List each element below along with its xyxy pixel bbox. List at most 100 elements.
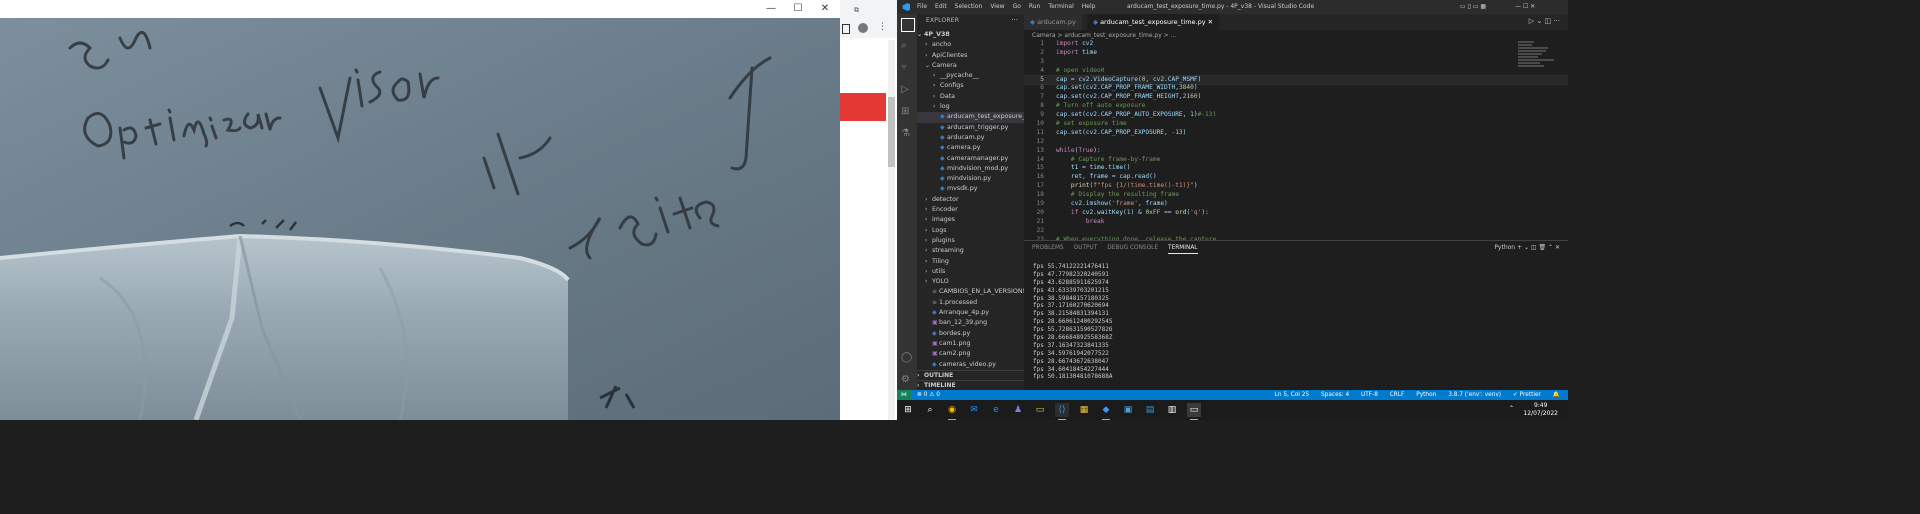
tree-file[interactable]: ◆ camera.py (917, 143, 1024, 153)
tree-file[interactable]: ▣ban_12_39.png (917, 318, 1024, 328)
source-control-icon[interactable]: ⑂ (901, 62, 913, 74)
code-line[interactable]: 10 # set exposure time (1024, 120, 1568, 129)
tree-file[interactable]: ▣cam2.png (917, 349, 1024, 359)
code-line[interactable]: 7 cap.set(cv2.CAP_PROP_FRAME_HEIGHT,2160) (1024, 93, 1568, 102)
editor-tab[interactable]: ◆ arducam.py (1024, 14, 1082, 30)
panel-tab-output[interactable]: OUTPUT (1074, 245, 1098, 251)
camera-preview-app-icon[interactable]: ▭ (1187, 403, 1201, 420)
tree-folder[interactable]: › log (917, 102, 1024, 112)
code-line[interactable]: 16 ret, frame = cap.read() (1024, 173, 1568, 182)
split-terminal-icon[interactable]: ◫ (1531, 244, 1539, 251)
tree-folder[interactable]: › YOLO (917, 277, 1024, 287)
tray-chevron-icon[interactable]: ⌃ (1509, 405, 1514, 412)
file-explorer-icon[interactable]: ▭ (1033, 403, 1047, 417)
code-line[interactable]: 11 cap.set(cv2.CAP_PROP_EXPOSURE, -13) (1024, 129, 1568, 138)
menu-item-terminal[interactable]: Terminal (1048, 3, 1073, 10)
tree-folder[interactable]: › images (917, 215, 1024, 225)
panel-tab-problems[interactable]: PROBLEMS (1032, 245, 1064, 251)
minimize-button[interactable]: — (764, 3, 778, 15)
terminal-app-icon[interactable]: ▤ (1143, 403, 1157, 417)
camera-preview-window[interactable]: — ☐ ✕ (0, 0, 840, 420)
layout-icons[interactable]: ▭ ▯ ▭ ▦ (1460, 0, 1486, 14)
language-mode[interactable]: Python (1416, 392, 1436, 398)
tree-file[interactable]: ◆ mindvision.py (917, 174, 1024, 184)
vscode-window[interactable]: File Edit Selection View Go Run Terminal Help a… (897, 0, 1568, 400)
code-line[interactable]: 19 cv2.imshow('frame', frame) (1024, 200, 1568, 209)
python-interpreter[interactable]: 3.8.7 ('env': venv) (1448, 392, 1501, 398)
app-icon[interactable]: ▣ (1121, 403, 1135, 417)
tree-folder[interactable]: › ancho (917, 40, 1024, 50)
settings-gear-icon[interactable]: ⚙ (901, 374, 913, 386)
close-button[interactable]: ✕ (818, 3, 832, 15)
chrome-icon[interactable]: ◉ (945, 403, 959, 420)
close-panel-icon[interactable]: ✕ (1555, 244, 1560, 251)
prettier-status[interactable]: ✓ Prettier (1513, 392, 1541, 398)
tree-file[interactable]: ▣cam1.png (917, 339, 1024, 349)
minimap[interactable] (1518, 40, 1558, 90)
sidebar-toggle-icon[interactable] (842, 24, 850, 34)
code-line[interactable]: 8 # Turn off auto exposure (1024, 102, 1568, 111)
tree-file[interactable]: ◆ arducam.py (917, 133, 1024, 143)
tree-folder[interactable]: › detector (917, 195, 1024, 205)
run-debug-icon[interactable]: ▷ (901, 84, 913, 96)
tree-file[interactable]: ◆ cameras_video.py (917, 360, 1024, 370)
add-terminal-icon[interactable]: + ⌄ (1517, 244, 1531, 251)
maximize-button[interactable]: ☐ (791, 3, 805, 15)
breadcrumb[interactable]: Camera > arducam_test_exposure_time.py >… (1032, 31, 1176, 40)
testing-icon[interactable]: ⚗ (901, 128, 913, 140)
tree-folder[interactable]: › Encoder (917, 205, 1024, 215)
problems-count[interactable]: ⊗ 0 ⚠ 0 (917, 390, 940, 400)
code-line[interactable]: 6 cap.set(cv2.CAP_PROP_FRAME_WIDTH,3840) (1024, 84, 1568, 93)
tree-file[interactable]: ≡ 1.processed (917, 298, 1024, 308)
notifications-icon[interactable]: 🔔 (1553, 392, 1560, 398)
code-line[interactable]: 13 while(True): (1024, 147, 1568, 156)
panel-tab-debug-console[interactable]: DEBUG CONSOLE (1107, 245, 1158, 251)
search-icon[interactable]: ⌕ (901, 40, 913, 52)
restore-icon[interactable]: ⧉ (854, 6, 859, 15)
panel-tab-terminal[interactable]: TERMINAL (1168, 245, 1198, 254)
bottom-panel[interactable]: PROBLEMS OUTPUT DEBUG CONSOLE TERMINAL Pyth… (1024, 240, 1568, 391)
tree-file[interactable]: ◆ arducam_trigger.py (917, 123, 1024, 133)
tree-file[interactable]: ◆ bordes.py (917, 329, 1024, 339)
tree-file[interactable]: ◆ cameramanager.py (917, 154, 1024, 164)
tree-file[interactable]: ◆ mindvision_mod.py (917, 164, 1024, 174)
code-line[interactable]: 14 # Capture frame-by-frame (1024, 156, 1568, 165)
code-line[interactable]: 15 t1 = time.time() (1024, 164, 1568, 173)
menu-item-help[interactable]: Help (1082, 3, 1096, 10)
browser-window-partial[interactable]: ⧉ ⋮ (840, 0, 897, 420)
camera-window-titlebar[interactable]: — ☐ ✕ (0, 0, 840, 18)
tree-folder[interactable]: › Tiling (917, 257, 1024, 267)
edge-icon[interactable]: e (989, 403, 1003, 417)
code-line[interactable]: 22 (1024, 227, 1568, 236)
code-line[interactable]: 2 import time (1024, 49, 1568, 58)
tree-file[interactable]: ◆ Arranque_4p.py (917, 308, 1024, 318)
teams-icon[interactable]: ♟ (1011, 403, 1025, 417)
editor-area[interactable]: ◆ arducam.py ◆ arducam_test_exposure_time… (1024, 14, 1568, 240)
run-file-icon[interactable]: ▷ ⌄ ◫ ··· (1529, 17, 1560, 25)
explorer-icon[interactable] (901, 18, 915, 32)
tree-folder[interactable]: › Logs (917, 226, 1024, 236)
more-actions-icon[interactable]: ··· (1011, 16, 1018, 24)
system-clock[interactable]: 9:49 12/07/2022 (1523, 402, 1558, 418)
vscode-taskbar-icon[interactable]: ⟨⟩ (1055, 403, 1069, 420)
editor-tab[interactable]: ◆ arducam_test_exposure_time.py ✕ (1087, 14, 1220, 30)
tree-folder[interactable]: › Configs (917, 81, 1024, 91)
trash-icon[interactable]: 🗑 (1539, 244, 1549, 251)
windows-start-icon[interactable]: ⊞ (901, 403, 915, 417)
visual-studio-icon[interactable]: ◆ (1099, 403, 1113, 420)
search-icon[interactable]: ⌕ (923, 403, 937, 417)
tree-file[interactable]: ≡CAMBIOS_EN_LA_VERSION!!... (917, 287, 1024, 297)
menu-item-run[interactable]: Run (1029, 3, 1041, 10)
code-line[interactable]: 9 cap.set(cv2.CAP_PROP_AUTO_EXPOSURE, 1)#… (1024, 111, 1568, 120)
line-endings[interactable]: CRLF (1390, 392, 1405, 398)
code-view[interactable]: 1 import cv2 2 import time 3 4 # open video0 5 c… (1024, 40, 1568, 240)
tree-file[interactable]: ◆arducam_test_exposure_time.py (917, 112, 1024, 123)
workspace-folder[interactable]: ⌄ 4P_V38 (917, 30, 1024, 40)
kebab-menu-icon[interactable]: ⋮ (878, 22, 887, 32)
timeline-section[interactable]: › TIMELINE (917, 380, 1024, 390)
menu-item-selection[interactable]: Selection (955, 3, 983, 10)
code-line[interactable]: 1 import cv2 (1024, 40, 1568, 49)
tree-folder[interactable]: › utils (917, 267, 1024, 277)
menu-item-view[interactable]: View (990, 3, 1004, 10)
code-line[interactable]: 17 print(f"fps {1/(time.time()-t1)}") (1024, 182, 1568, 191)
